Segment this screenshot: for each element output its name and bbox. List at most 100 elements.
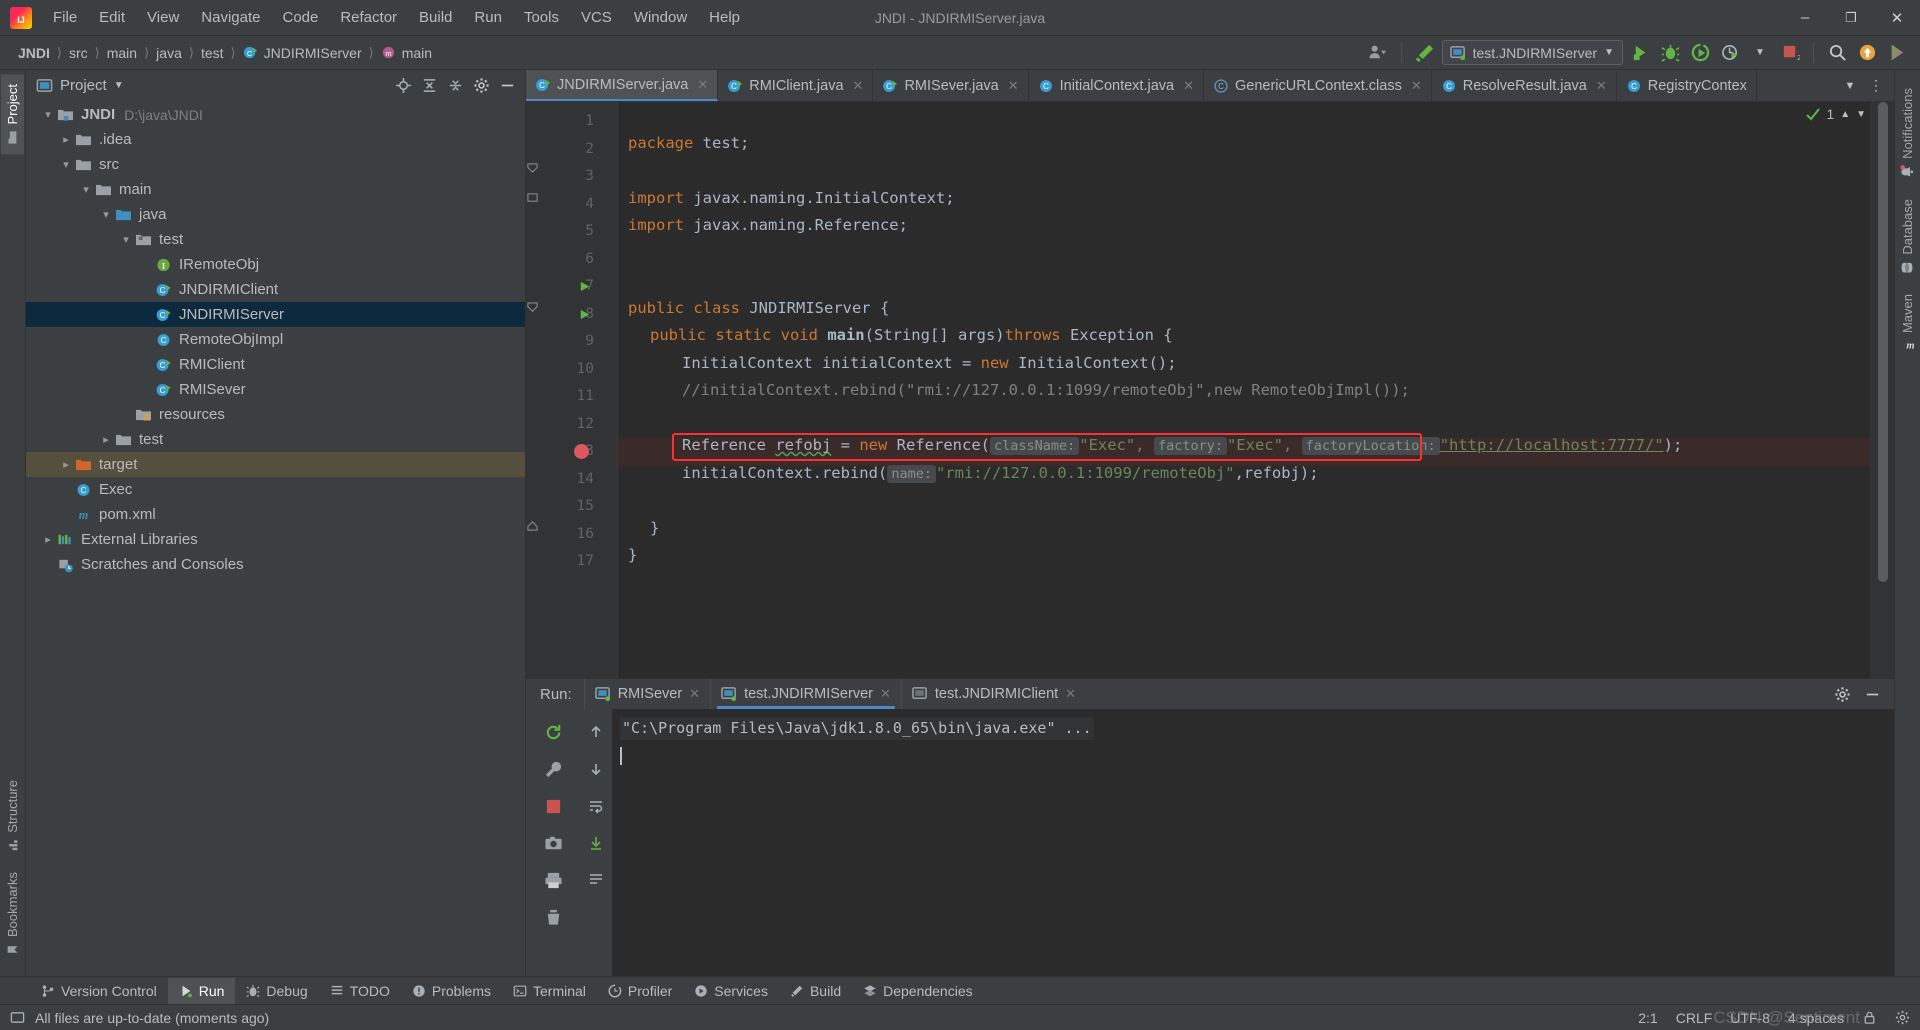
- tree-item-rmiclient[interactable]: C RMIClient: [26, 352, 525, 377]
- tree-item-pom-xml[interactable]: m pom.xml: [26, 502, 525, 527]
- more-vertical-icon[interactable]: ⋮: [1864, 74, 1888, 98]
- menu-refactor[interactable]: Refactor: [329, 5, 408, 30]
- chevron-right-icon[interactable]: ▸: [98, 433, 114, 446]
- chevron-down-icon[interactable]: ▾: [118, 233, 134, 246]
- scrollbar-thumb[interactable]: [1878, 102, 1888, 582]
- wrap-text-icon[interactable]: [581, 791, 611, 821]
- camera-icon[interactable]: [538, 828, 568, 858]
- tree-item-idea[interactable]: ▸ .idea: [26, 127, 525, 152]
- tree-item-main[interactable]: ▾ main: [26, 177, 525, 202]
- editor-gutter[interactable]: 1 2 3 4 5 6 7 8 9 10 11 12 13 14: [526, 102, 604, 678]
- profiler-icon[interactable]: [1717, 40, 1743, 66]
- gear-icon[interactable]: [469, 73, 493, 97]
- menu-code[interactable]: Code: [271, 5, 329, 30]
- bottom-tab-run[interactable]: Run: [167, 977, 236, 1004]
- breakpoint-icon[interactable]: [574, 444, 589, 459]
- editor-scrollbar[interactable]: [1870, 102, 1894, 678]
- stop-icon[interactable]: 2: [1777, 40, 1803, 66]
- breadcrumb-src[interactable]: src: [65, 43, 92, 63]
- run-icon[interactable]: [1627, 40, 1653, 66]
- menu-edit[interactable]: Edit: [88, 5, 136, 30]
- indent-indicator[interactable]: 4 spaces: [1788, 1010, 1844, 1026]
- run-gutter-icon[interactable]: [578, 273, 592, 301]
- tree-item-test-package[interactable]: ▾ test: [26, 227, 525, 252]
- hide-panel-icon[interactable]: [1860, 682, 1884, 706]
- close-icon[interactable]: ✕: [1065, 686, 1076, 702]
- chevron-down-icon[interactable]: ▼: [1856, 109, 1866, 120]
- breadcrumb-method[interactable]: m main: [377, 43, 436, 63]
- tree-item-jndi[interactable]: ▾ JNDI D:\java\JNDI: [26, 102, 525, 127]
- chevron-down-icon[interactable]: ▾: [78, 183, 94, 196]
- menu-file[interactable]: File: [42, 5, 88, 30]
- run-configuration-selector[interactable]: test.JNDIRMIServer ▼: [1441, 40, 1623, 65]
- line-separator-indicator[interactable]: CRLF: [1676, 1010, 1713, 1026]
- profiler-chevron-icon[interactable]: ▼: [1747, 40, 1773, 66]
- sidebar-item-maven[interactable]: m Maven: [1896, 284, 1919, 363]
- tab-resolveresult-java[interactable]: C ResolveResult.java ✕: [1432, 70, 1617, 101]
- chevron-up-icon[interactable]: ▲: [1840, 109, 1850, 120]
- menu-build[interactable]: Build: [408, 5, 463, 30]
- gear-icon[interactable]: [1830, 682, 1854, 706]
- collapse-all-icon[interactable]: [443, 73, 467, 97]
- editor-fold-column[interactable]: [527, 102, 618, 678]
- close-icon[interactable]: ✕: [880, 686, 891, 702]
- console-output[interactable]: "C:\Program Files\Java\jdk1.8.0_65\bin\j…: [612, 709, 1894, 976]
- sidebar-item-bookmarks[interactable]: Bookmarks: [1, 862, 24, 966]
- tab-initialcontext-java[interactable]: C InitialContext.java ✕: [1029, 70, 1204, 101]
- chevron-right-icon[interactable]: ▸: [40, 533, 56, 546]
- tab-rmiclient-java[interactable]: C RMIClient.java ✕: [718, 70, 874, 101]
- bottom-tab-services[interactable]: Services: [683, 978, 779, 1004]
- code-content[interactable]: package test; import javax.naming.Initia…: [618, 102, 1870, 678]
- bottom-tab-problems[interactable]: Problems: [401, 978, 502, 1004]
- tree-item-rmisever[interactable]: C RMISever: [26, 377, 525, 402]
- wrench-icon[interactable]: [538, 754, 568, 784]
- tree-item-scratches-and-consoles[interactable]: Scratches and Consoles: [26, 552, 525, 577]
- close-icon[interactable]: ✕: [1411, 78, 1422, 94]
- menu-navigate[interactable]: Navigate: [190, 5, 271, 30]
- print-icon[interactable]: [538, 865, 568, 895]
- tree-item-external-libraries[interactable]: ▸ External Libraries: [26, 527, 525, 552]
- scroll-to-end-icon[interactable]: [581, 828, 611, 858]
- rerun-icon[interactable]: [538, 717, 568, 747]
- chevron-right-icon[interactable]: ▸: [58, 133, 74, 146]
- user-avatar-icon[interactable]: [1365, 40, 1391, 66]
- up-icon[interactable]: [581, 717, 611, 747]
- chevron-down-icon[interactable]: ▼: [1838, 74, 1862, 98]
- chevron-right-icon[interactable]: ▸: [58, 458, 74, 471]
- bottom-tab-version-control[interactable]: Version Control: [30, 978, 168, 1004]
- run-tab-test-jndirmiclient[interactable]: test.JNDIRMIClient ✕: [900, 679, 1086, 709]
- run-tab-test-jndirmiserver[interactable]: test.JNDIRMIServer ✕: [710, 679, 901, 709]
- menu-tools[interactable]: Tools: [513, 5, 570, 30]
- inspection-widget[interactable]: 1 ▲ ▼: [1805, 106, 1866, 122]
- tab-rmisever-java[interactable]: C RMISever.java ✕: [873, 70, 1029, 101]
- chevron-down-icon[interactable]: ▼: [114, 80, 124, 91]
- minimize-button[interactable]: –: [1782, 0, 1828, 36]
- run-tab-rmisever[interactable]: RMISever ✕: [583, 679, 710, 709]
- run-coverage-icon[interactable]: [1687, 40, 1713, 66]
- breadcrumb-java[interactable]: java: [152, 43, 186, 63]
- hide-panel-icon[interactable]: [495, 73, 519, 97]
- ide-updates-icon[interactable]: [1884, 40, 1910, 66]
- chevron-down-icon[interactable]: ▾: [58, 158, 74, 171]
- close-icon[interactable]: ✕: [697, 77, 708, 93]
- down-icon[interactable]: [581, 754, 611, 784]
- build-hammer-icon[interactable]: [1412, 40, 1438, 66]
- close-icon[interactable]: ✕: [1183, 78, 1194, 94]
- bottom-tab-todo[interactable]: TODO: [319, 978, 401, 1004]
- menu-window[interactable]: Window: [623, 5, 698, 30]
- tree-item-remoteobjimpl[interactable]: C RemoteObjImpl: [26, 327, 525, 352]
- breadcrumb-jndi[interactable]: JNDI: [14, 43, 54, 63]
- bottom-tab-terminal[interactable]: Terminal: [502, 978, 597, 1004]
- breadcrumb-class[interactable]: C JNDIRMIServer: [239, 43, 366, 63]
- code-editor[interactable]: 1 2 3 4 5 6 7 8 9 10 11 12 13 14: [526, 102, 1894, 678]
- tree-item-jndirmiserver[interactable]: C JNDIRMIServer: [26, 302, 525, 327]
- stop-icon[interactable]: [538, 791, 568, 821]
- breadcrumb-main[interactable]: main: [103, 43, 141, 63]
- tree-item-test-folder[interactable]: ▸ test: [26, 427, 525, 452]
- chevron-down-icon[interactable]: ▾: [98, 208, 114, 221]
- tab-jndirmiserver-java[interactable]: C JNDIRMIServer.java ✕: [526, 70, 719, 101]
- breadcrumb-test[interactable]: test: [197, 43, 228, 63]
- select-opened-file-icon[interactable]: [391, 73, 415, 97]
- expand-all-icon[interactable]: [417, 73, 441, 97]
- tree-item-java[interactable]: ▾ java: [26, 202, 525, 227]
